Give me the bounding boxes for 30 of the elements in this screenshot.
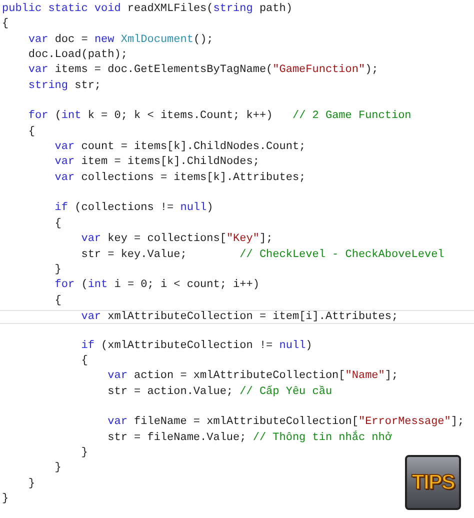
code-line: } <box>27 478 36 492</box>
code-line: { <box>27 126 36 140</box>
code-line: var action = xmlAttributeCollection["Name"]; <box>106 370 398 384</box>
code-line: var fileName = xmlAttributeCollection["ErrorMessage"]; <box>106 415 464 430</box>
code-line: for (int i = 0; i < count; i++) <box>54 279 260 294</box>
code-line: string str; <box>27 80 102 94</box>
code-line: var count = items[k].ChildNodes.Count; <box>54 141 306 156</box>
code-line: { <box>54 294 62 309</box>
code-line: var items = doc.GetElementsByTagName("GameFunction"); <box>27 64 378 78</box>
code-line: var xmlAttributeCollection = item[i].Attributes; <box>80 310 398 324</box>
code-line: } <box>2 493 9 507</box>
code-line: var item = items[k].ChildNodes; <box>54 156 260 170</box>
tips-badge: TIPS <box>405 455 461 510</box>
code-line: { <box>2 18 9 32</box>
code-line: str = action.Value; // Cấp Yêu cầu <box>106 386 332 400</box>
code-line: } <box>80 446 88 461</box>
code-line: { <box>80 354 88 369</box>
code-line: var collections = items[k].Attributes; <box>54 172 306 186</box>
code-line: if (xmlAttributeCollection != null) <box>80 338 312 354</box>
code-line: doc.Load(path); <box>27 49 128 64</box>
code-line: if (collections != null) <box>54 201 214 216</box>
code-line: } <box>54 264 62 278</box>
code-line: str = key.Value; // CheckLevel - CheckAboveLevel <box>80 248 444 262</box>
code-line: { <box>54 218 62 232</box>
code-line: public static void readXMLFiles(string path) <box>2 3 292 17</box>
code-line: for (int k = 0; k < items.Count; k++) // 2 Game Function <box>27 109 412 124</box>
code-line: } <box>54 462 62 476</box>
code-line: var doc = new XmlDocument(); <box>27 34 214 48</box>
code-line: var key = collections["Key"]; <box>80 233 273 248</box>
code-line: str = fileName.Value; // Thông tin nhắc nhở <box>106 432 392 446</box>
